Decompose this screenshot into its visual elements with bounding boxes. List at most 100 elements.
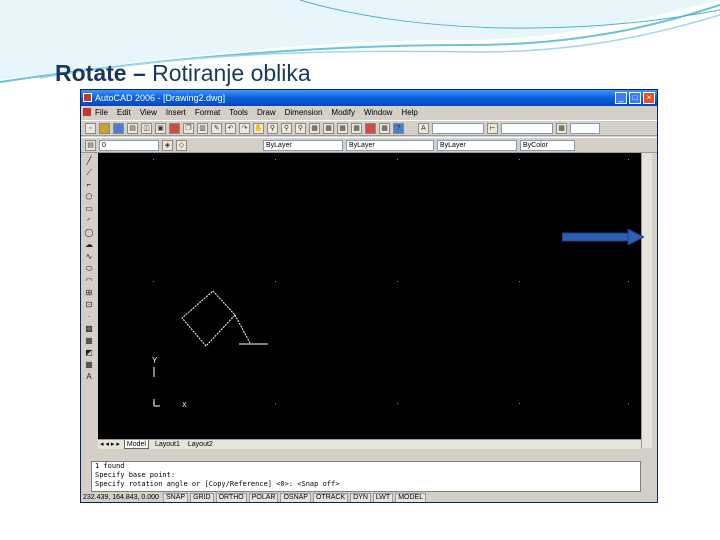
autocad-app-icon [83, 93, 92, 102]
menu-dimension[interactable]: Dimension [285, 106, 323, 119]
arc-icon[interactable]: ◜ [84, 215, 95, 226]
document-icon[interactable] [83, 108, 91, 116]
command-window[interactable]: 1 found Specify base point: Specify rota… [91, 461, 641, 492]
layers-properties-toolbar: ▤ 0 ◈ ◇ ByLayer ByLayer ByLayer ByColor [81, 137, 657, 153]
dim-style-combo[interactable] [501, 122, 553, 134]
tab-layout2[interactable]: Layout2 [186, 440, 215, 449]
zoom-realtime-icon[interactable]: ⚲ [267, 122, 278, 134]
window-title: AutoCAD 2006 - [Drawing2.dwg] [95, 93, 226, 103]
sheet-set-icon[interactable]: ▦ [351, 122, 362, 134]
tab-model[interactable]: Model [123, 440, 149, 449]
plot-preview-icon[interactable]: ◫ [141, 122, 152, 134]
zoom-window-icon[interactable]: ⚲ [281, 122, 292, 134]
undo-icon[interactable]: ↶ [225, 122, 236, 134]
text-style-combo[interactable] [432, 122, 484, 134]
help-icon[interactable]: ? [393, 122, 404, 134]
tool-palettes-icon[interactable]: ▦ [337, 122, 348, 134]
calculator-icon[interactable]: ▦ [379, 122, 390, 134]
design-center-icon[interactable]: ▦ [323, 122, 334, 134]
new-icon[interactable]: ▫ [85, 122, 96, 134]
point-icon[interactable]: · [84, 311, 95, 322]
menu-format[interactable]: Format [195, 106, 220, 119]
polar-toggle[interactable]: POLAR [248, 493, 279, 502]
menu-draw[interactable]: Draw [257, 106, 276, 119]
osnap-toggle[interactable]: OSNAP [280, 493, 311, 502]
ellipse-arc-icon[interactable]: ◠ [84, 275, 95, 286]
menu-view[interactable]: View [140, 106, 157, 119]
model-toggle[interactable]: MODEL [395, 493, 427, 502]
publish-icon[interactable]: ▣ [155, 122, 166, 134]
make-current-icon[interactable]: ◈ [162, 139, 173, 151]
layer-previous-icon[interactable]: ◇ [176, 139, 187, 151]
multiline-text-icon[interactable]: A [84, 371, 95, 382]
menu-insert[interactable]: Insert [166, 106, 186, 119]
polyline-icon[interactable]: ⌐ [84, 179, 95, 190]
circle-icon[interactable]: ◯ [84, 227, 95, 238]
otrack-toggle[interactable]: OTRACK [312, 493, 349, 502]
rectangle-icon[interactable]: ▭ [84, 203, 95, 214]
ortho-toggle[interactable]: ORTHO [215, 493, 247, 502]
standard-toolbar: ▫ ▤ ◫ ▣ ❐ ▥ ✎ ↶ ↷ ✋ ⚲ ⚲ ⚲ ▦ ▦ ▦ ▦ ▦ ? A … [81, 120, 657, 136]
menu-file[interactable]: File [95, 106, 108, 119]
table-style-combo[interactable] [570, 122, 600, 134]
vertical-scrollbar[interactable] [641, 153, 652, 448]
cut-icon[interactable] [169, 122, 180, 134]
lineweight-combo[interactable]: ByLayer [437, 139, 517, 151]
line-icon[interactable]: ╱ [84, 155, 95, 166]
construction-line-icon[interactable]: ⟋ [84, 167, 95, 178]
layer-manager-icon[interactable]: ▤ [85, 139, 96, 151]
polygon-icon[interactable]: ⬠ [84, 191, 95, 202]
drawing-canvas[interactable]: Y X [98, 153, 641, 439]
properties-icon[interactable]: ▦ [309, 122, 320, 134]
color-combo[interactable]: ByLayer [263, 139, 343, 151]
spline-icon[interactable]: ∿ [84, 251, 95, 262]
menu-modify[interactable]: Modify [331, 106, 355, 119]
menu-window[interactable]: Window [364, 106, 392, 119]
style-icon[interactable]: A [418, 122, 429, 134]
tab-layout1[interactable]: Layout1 [153, 440, 182, 449]
ucs-y-label: Y [152, 356, 158, 365]
ucs-x-label: X [182, 402, 187, 409]
paste-icon[interactable]: ▥ [197, 122, 208, 134]
revision-cloud-icon[interactable]: ☁ [84, 239, 95, 250]
tablestyle-icon[interactable]: ▦ [556, 122, 567, 134]
zoom-previous-icon[interactable]: ⚲ [295, 122, 306, 134]
plot-icon[interactable]: ▤ [127, 122, 138, 134]
copy-icon[interactable]: ❐ [183, 122, 194, 134]
make-block-icon[interactable]: ⊡ [84, 299, 95, 310]
menu-edit[interactable]: Edit [117, 106, 131, 119]
save-icon[interactable] [113, 122, 124, 134]
region-icon[interactable]: ◩ [84, 347, 95, 358]
dyn-toggle[interactable]: DYN [350, 493, 371, 502]
grid-toggle[interactable]: GRID [190, 493, 214, 502]
grid-dots [153, 159, 629, 404]
coordinate-readout: 232.439, 164.843, 0.000 [83, 494, 159, 501]
close-button[interactable]: × [643, 92, 655, 104]
gradient-icon[interactable]: ▦ [84, 335, 95, 346]
markup-icon[interactable] [365, 122, 376, 134]
open-icon[interactable] [99, 122, 110, 134]
window-titlebar[interactable]: AutoCAD 2006 - [Drawing2.dwg] _ □ × [81, 90, 657, 106]
insert-block-icon[interactable]: ⊞ [84, 287, 95, 298]
dimstyle-icon[interactable]: ⊢ [487, 122, 498, 134]
tab-nav-icons[interactable]: ◂ ◂ ▸ ▸ [100, 440, 120, 449]
horizontal-scrollbar[interactable]: ◂ ◂ ▸ ▸ Model Layout1 Layout2 [98, 439, 641, 449]
hatch-icon[interactable]: ▩ [84, 323, 95, 334]
menu-tools[interactable]: Tools [229, 106, 248, 119]
maximize-button[interactable]: □ [629, 92, 641, 104]
rubberband-line [234, 314, 251, 344]
rotated-square [181, 290, 236, 347]
lwt-toggle[interactable]: LWT [372, 493, 394, 502]
pan-icon[interactable]: ✋ [253, 122, 264, 134]
minimize-button[interactable]: _ [615, 92, 627, 104]
menu-help[interactable]: Help [401, 106, 417, 119]
layout-tabs: ◂ ◂ ▸ ▸ Model Layout1 Layout2 [98, 440, 215, 449]
ellipse-icon[interactable]: ⬭ [84, 263, 95, 274]
redo-icon[interactable]: ↷ [239, 122, 250, 134]
layer-combo[interactable]: 0 [99, 139, 159, 151]
plot-style-combo[interactable]: ByColor [520, 139, 575, 151]
match-properties-icon[interactable]: ✎ [211, 122, 222, 134]
linetype-combo[interactable]: ByLayer [346, 139, 434, 151]
table-icon[interactable]: ▦ [84, 359, 95, 370]
snap-toggle[interactable]: SNAP [163, 493, 189, 502]
